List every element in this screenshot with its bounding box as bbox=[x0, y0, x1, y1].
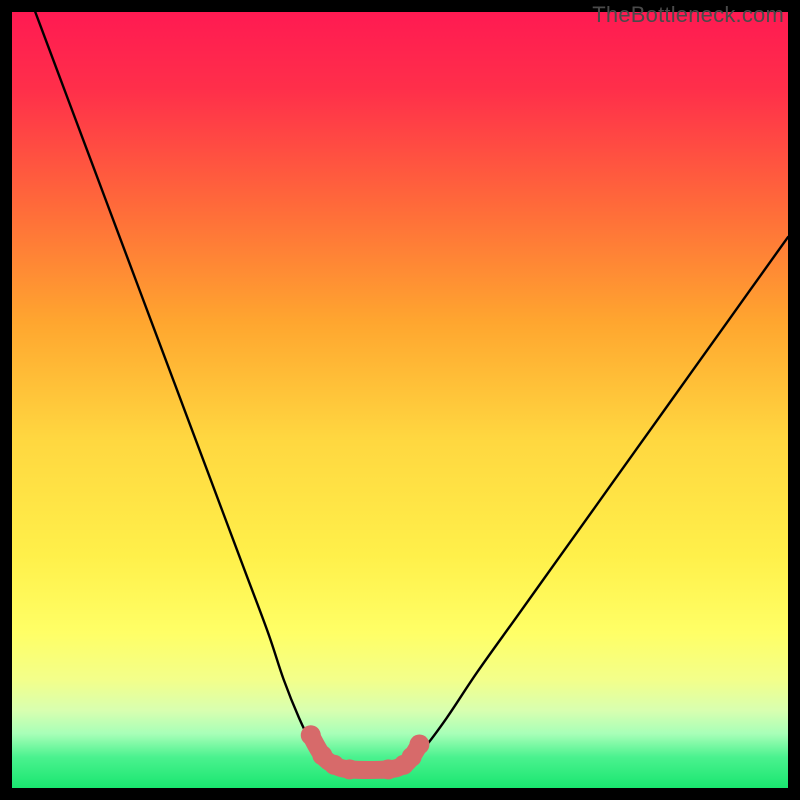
chart-svg bbox=[12, 12, 788, 788]
watermark-text: TheBottleneck.com bbox=[592, 2, 784, 28]
outer-frame: TheBottleneck.com bbox=[0, 0, 800, 800]
chart-area bbox=[12, 12, 788, 788]
valley-dot bbox=[301, 725, 321, 745]
valley-dot bbox=[340, 759, 360, 779]
valley-dot bbox=[409, 735, 429, 755]
